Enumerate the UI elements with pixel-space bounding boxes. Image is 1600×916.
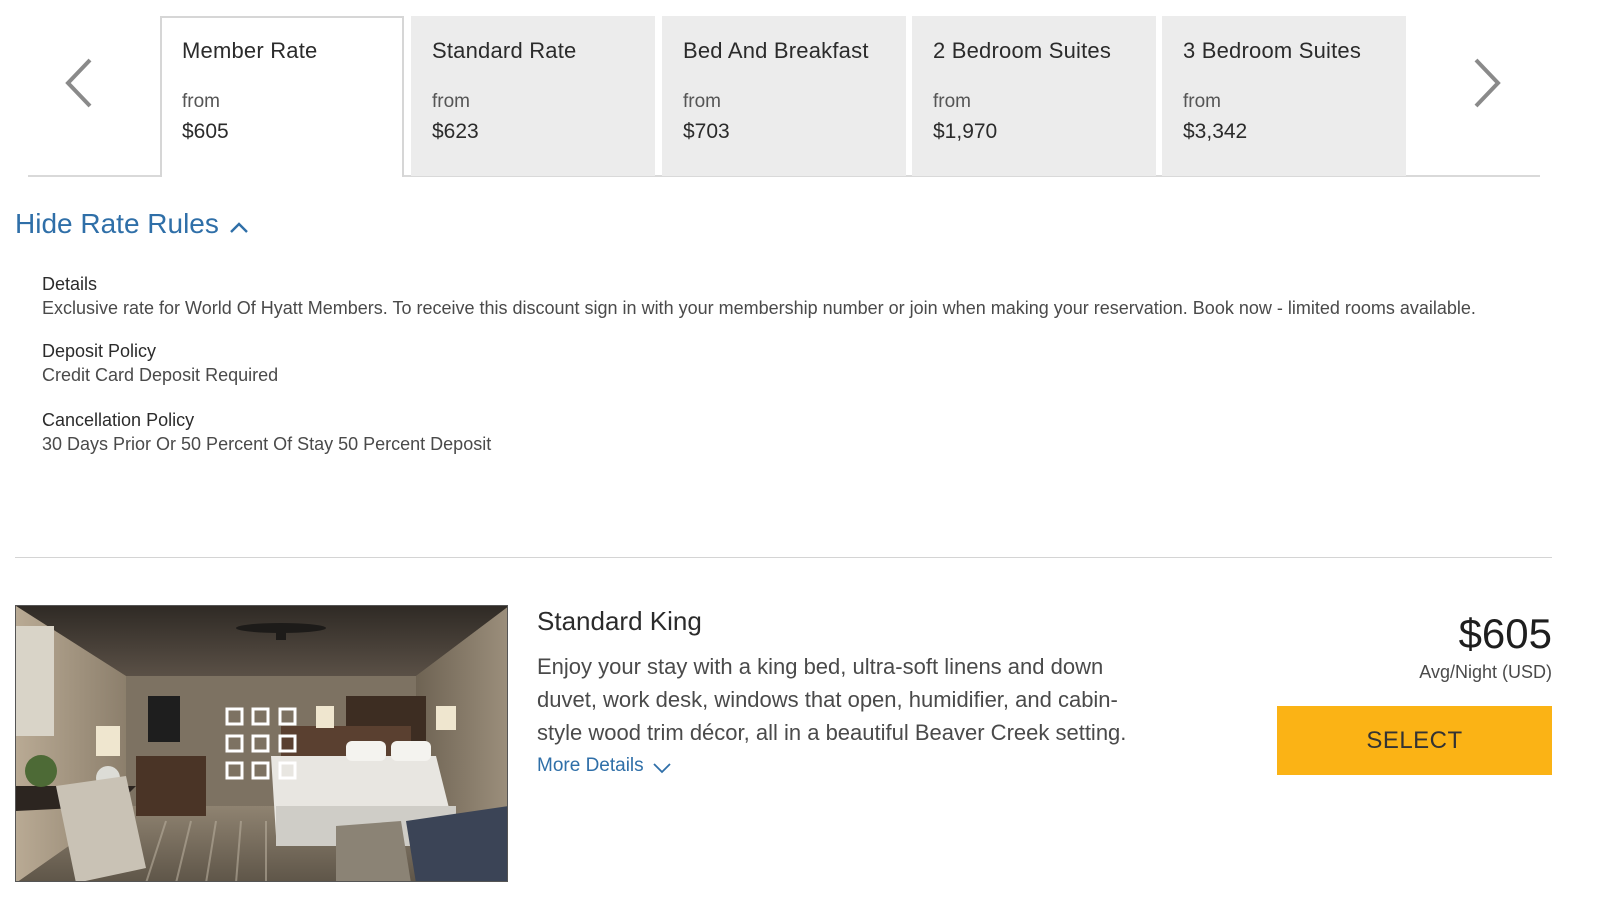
tab-price: $605 bbox=[182, 120, 229, 143]
room-info: Standard King Enjoy your stay with a kin… bbox=[537, 604, 1157, 777]
section-divider bbox=[15, 557, 1552, 558]
rate-rules-panel: Details Exclusive rate for World Of Hyat… bbox=[42, 272, 1522, 473]
chevron-up-icon bbox=[230, 222, 248, 233]
details-section: Details Exclusive rate for World Of Hyat… bbox=[42, 272, 1522, 321]
tab-from-label: from bbox=[933, 91, 971, 112]
price-unit: Avg/Night (USD) bbox=[1419, 662, 1552, 682]
price-column: $605 Avg/Night (USD) bbox=[1419, 610, 1552, 683]
chevron-right-icon[interactable] bbox=[1470, 56, 1506, 110]
tab-name: 3 Bedroom Suites bbox=[1183, 38, 1362, 63]
chevron-left-icon[interactable] bbox=[60, 56, 96, 110]
rate-tabs: Member Rate from $605 Standard Rate from… bbox=[0, 0, 1600, 182]
deposit-policy-text: Credit Card Deposit Required bbox=[42, 365, 279, 385]
room-description: Enjoy your stay with a king bed, ultra-s… bbox=[537, 654, 1127, 745]
tab-price: $3,342 bbox=[1183, 120, 1248, 143]
tab-name: Member Rate bbox=[182, 38, 318, 63]
tab-price: $623 bbox=[432, 120, 479, 143]
room-photo[interactable] bbox=[15, 605, 508, 882]
tab-price: $1,970 bbox=[933, 120, 998, 143]
tab-name: 2 Bedroom Suites bbox=[933, 38, 1112, 63]
room-name: Standard King bbox=[537, 606, 702, 636]
tab-member-rate[interactable]: Member Rate from $605 bbox=[160, 16, 404, 177]
tab-2-bedroom-suites[interactable]: 2 Bedroom Suites from $1,970 bbox=[912, 16, 1156, 176]
room-price: $605 bbox=[1458, 610, 1552, 657]
tab-3-bedroom-suites[interactable]: 3 Bedroom Suites from $3,342 bbox=[1162, 16, 1406, 176]
tab-from-label: from bbox=[182, 91, 220, 112]
deposit-policy-section: Deposit Policy Credit Card Deposit Requi… bbox=[42, 339, 1522, 388]
tab-price: $703 bbox=[683, 120, 730, 143]
cancellation-policy-text: 30 Days Prior Or 50 Percent Of Stay 50 P… bbox=[42, 434, 492, 454]
tab-standard-rate[interactable]: Standard Rate from $623 bbox=[411, 16, 655, 176]
rules-toggle-label: Hide Rate Rules bbox=[15, 208, 219, 239]
tab-from-label: from bbox=[432, 91, 470, 112]
cancellation-policy-title: Cancellation Policy bbox=[42, 410, 195, 430]
select-button[interactable]: SELECT bbox=[1277, 706, 1552, 775]
tab-name: Standard Rate bbox=[432, 38, 577, 63]
hide-rate-rules-toggle[interactable]: Hide Rate Rules bbox=[15, 205, 249, 243]
deposit-policy-title: Deposit Policy bbox=[42, 341, 157, 361]
tab-from-label: from bbox=[683, 91, 721, 112]
more-details-link[interactable]: More Details bbox=[537, 755, 672, 777]
tab-name: Bed And Breakfast bbox=[683, 38, 869, 63]
tab-from-label: from bbox=[1183, 91, 1221, 112]
chevron-down-icon bbox=[653, 762, 671, 773]
tab-bed-and-breakfast[interactable]: Bed And Breakfast from $703 bbox=[662, 16, 906, 176]
gallery-grid-icon[interactable] bbox=[225, 706, 300, 781]
more-details-label: More Details bbox=[537, 755, 644, 776]
details-title: Details bbox=[42, 274, 98, 294]
details-text: Exclusive rate for World Of Hyatt Member… bbox=[42, 298, 1476, 318]
cancellation-policy-section: Cancellation Policy 30 Days Prior Or 50 … bbox=[42, 408, 1522, 457]
